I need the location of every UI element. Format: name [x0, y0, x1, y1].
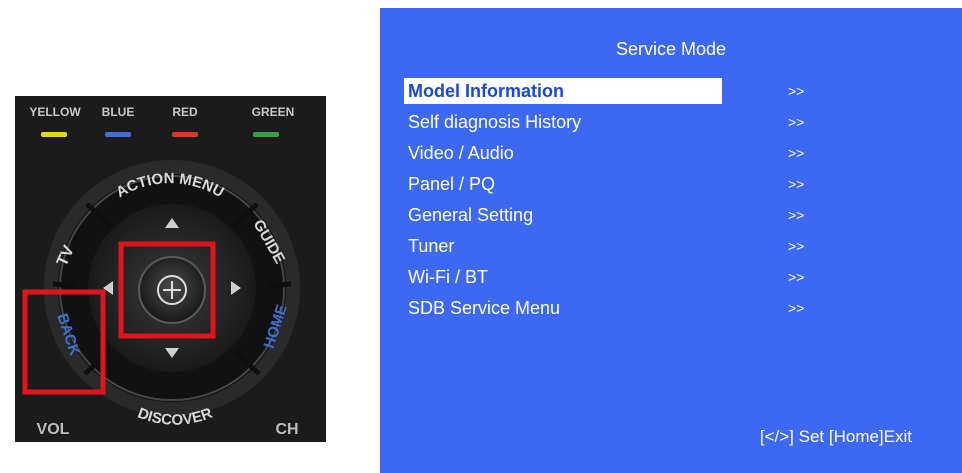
- menu-footer-hint: [</>] Set [Home]Exit: [759, 427, 912, 446]
- menu-item-label: Self diagnosis History: [408, 112, 582, 132]
- svg-text:GREEN: GREEN: [252, 105, 295, 119]
- menu-item-video-audio[interactable]: Video / Audio >>: [404, 140, 944, 171]
- menu-item-panel-pq[interactable]: Panel / PQ >>: [404, 171, 944, 202]
- svg-text:YELLOW: YELLOW: [29, 105, 81, 119]
- submenu-arrow: >>: [788, 207, 805, 223]
- menu-title: Service Mode: [615, 39, 727, 59]
- submenu-arrow: >>: [788, 145, 805, 161]
- menu-item-label: Wi-Fi / BT: [408, 267, 488, 287]
- menu-item-label: SDB Service Menu: [408, 298, 561, 318]
- svg-text:RED: RED: [172, 105, 198, 119]
- menu-item-sdb-service-menu[interactable]: SDB Service Menu >>: [404, 295, 944, 326]
- menu-item-label: Video / Audio: [408, 143, 514, 163]
- submenu-arrow: >>: [788, 269, 805, 285]
- remote-control-image: YELLOW BLUE RED GREEN ACTION MENU GUIDE …: [15, 96, 326, 442]
- menu-item-tuner[interactable]: Tuner >>: [404, 233, 944, 264]
- menu-item-label: General Setting: [408, 205, 534, 225]
- service-mode-menu: Service Mode Model Information >> Self d…: [380, 8, 962, 473]
- menu-item-model-information[interactable]: Model Information >>: [404, 78, 944, 109]
- submenu-arrow: >>: [788, 176, 805, 192]
- vol-label: VOL: [37, 421, 70, 438]
- submenu-arrow: >>: [788, 83, 805, 99]
- submenu-arrow: >>: [788, 114, 805, 130]
- submenu-arrow: >>: [788, 300, 805, 316]
- submenu-arrow: >>: [788, 238, 805, 254]
- menu-item-label: Model Information: [404, 78, 722, 104]
- menu-item-general-setting[interactable]: General Setting >>: [404, 202, 944, 233]
- menu-item-self-diagnosis-history[interactable]: Self diagnosis History >>: [404, 109, 944, 140]
- menu-list: Model Information >> Self diagnosis Hist…: [404, 78, 944, 326]
- menu-item-label: Panel / PQ: [408, 174, 496, 194]
- menu-item-label: Tuner: [408, 236, 455, 256]
- remote-control-illustration: YELLOW BLUE RED GREEN ACTION MENU GUIDE …: [15, 96, 326, 442]
- menu-item-wifi-bt[interactable]: Wi-Fi / BT >>: [404, 264, 944, 295]
- ch-label: CH: [275, 421, 298, 438]
- svg-text:BLUE: BLUE: [102, 105, 135, 119]
